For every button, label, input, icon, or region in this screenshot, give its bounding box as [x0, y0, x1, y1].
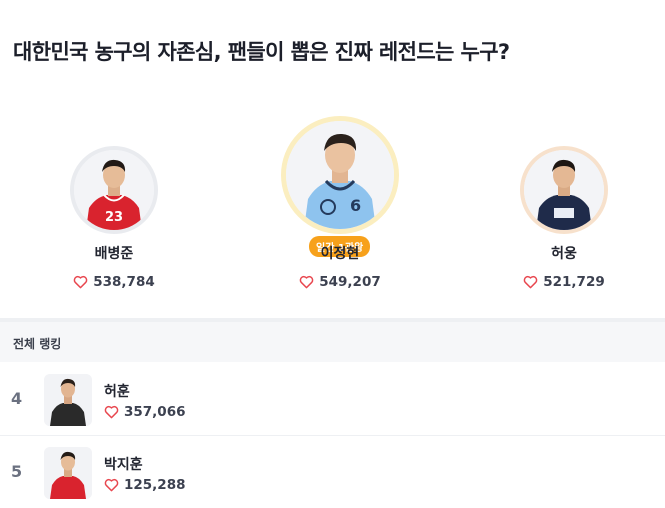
player-name: 허웅	[551, 246, 577, 262]
jersey-number: 6	[350, 196, 361, 215]
like-count-value: 538,784	[93, 274, 155, 290]
player-avatar: 6	[281, 116, 399, 234]
like-count-value: 521,729	[543, 274, 605, 290]
heart-outline-icon[interactable]	[104, 405, 119, 419]
player-thumbnail	[44, 374, 92, 426]
ranking-section-header: 전체 랭킹	[0, 318, 665, 362]
heart-outline-icon[interactable]	[523, 275, 538, 289]
player-photo: 6	[286, 121, 394, 229]
like-count-value: 549,207	[319, 274, 381, 290]
player-photo	[44, 447, 92, 499]
avatar-wrap: 1 6 일간 1관왕	[278, 116, 402, 257]
player-photo	[44, 374, 92, 426]
ranking-row[interactable]: 5 박지훈 125,288	[0, 437, 665, 508]
page-title: 대한민국 농구의 자존심, 팬들이 뽑은 진짜 레전드는 누구?	[13, 40, 510, 64]
like-count[interactable]: 538,784	[48, 274, 180, 290]
ranking-row[interactable]: 4 허훈 357,066	[0, 364, 665, 436]
player-name: 박지훈	[104, 457, 143, 473]
player-photo	[524, 150, 604, 230]
like-count[interactable]: 549,207	[278, 274, 402, 290]
heart-outline-icon[interactable]	[104, 478, 119, 492]
player-photo: 23	[74, 150, 154, 230]
player-avatar	[520, 146, 608, 234]
podium-item-rank-3[interactable]: 3 허웅 521,729	[518, 134, 610, 290]
jersey-number: 23	[105, 210, 123, 225]
player-thumbnail	[44, 447, 92, 499]
avatar-wrap: 3	[518, 146, 610, 238]
rank-number: 4	[11, 389, 23, 408]
rank-number: 5	[11, 462, 23, 481]
like-count[interactable]: 357,066	[104, 404, 186, 420]
player-name: 배병준	[94, 246, 134, 262]
like-count-value: 357,066	[124, 404, 186, 420]
like-count[interactable]: 521,729	[498, 274, 630, 290]
player-name: 이정현	[320, 246, 360, 262]
heart-outline-icon[interactable]	[299, 275, 314, 289]
avatar-wrap: 2 23	[68, 146, 160, 238]
like-count-value: 125,288	[124, 477, 186, 493]
player-avatar: 23	[70, 146, 158, 234]
section-label: 전체 랭킹	[13, 337, 62, 351]
podium-item-rank-1[interactable]: 1 6 일간 1관왕 이정현 549,207	[278, 96, 402, 290]
podium-item-rank-2[interactable]: 2 23 배병준 538,784	[68, 134, 160, 290]
like-count[interactable]: 125,288	[104, 477, 186, 493]
player-name: 허훈	[104, 384, 130, 400]
heart-outline-icon[interactable]	[73, 275, 88, 289]
